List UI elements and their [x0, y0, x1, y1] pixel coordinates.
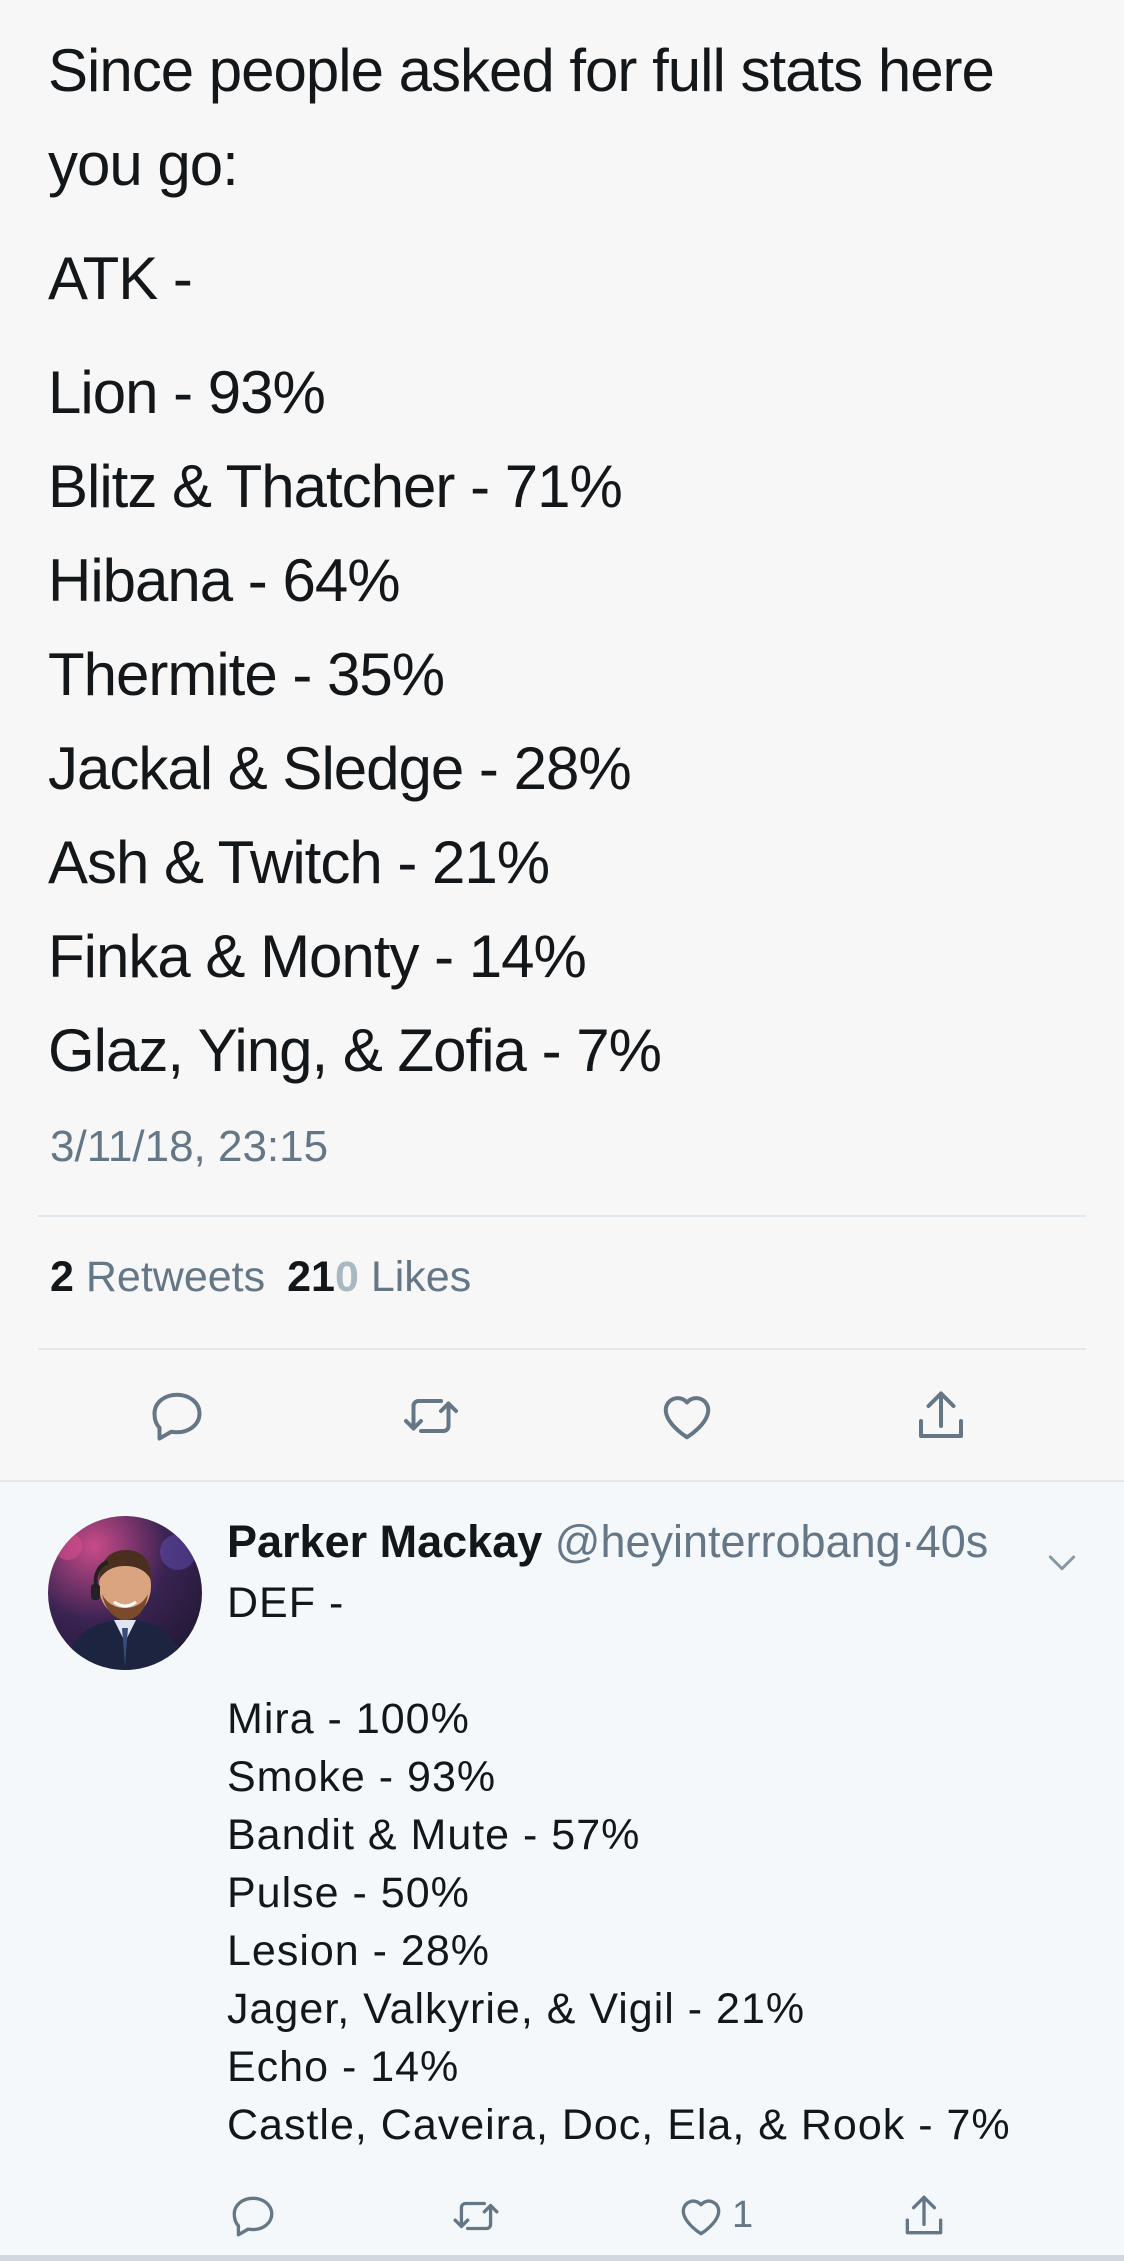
more-options-button[interactable]	[1042, 1542, 1082, 1582]
tweet-text-line: Thermite - 35%	[48, 641, 445, 708]
reply-retweet-button[interactable]	[451, 2188, 501, 2244]
reply-text-line: Castle, Caveira, Doc, Ela, & Rook - 7%	[227, 2101, 1011, 2149]
divider	[38, 1348, 1086, 1350]
reply-text-line: Pulse - 50%	[227, 1869, 470, 1917]
reply-text-line: Echo - 14%	[227, 2043, 460, 2091]
like-icon	[663, 1396, 711, 1440]
retweets-label: Retweets	[85, 1253, 266, 1301]
likes-count-animating: 0	[334, 1253, 359, 1301]
avatar-image	[54, 1532, 196, 1670]
reply-separator: ·	[900, 1516, 916, 1567]
chevron-down-icon	[1048, 1555, 1076, 1571]
share-icon	[905, 2195, 943, 2235]
tweet-text-line: you go:	[48, 131, 239, 198]
divider	[38, 1215, 1086, 1217]
tweet-text-line: Finka & Monty - 14%	[48, 923, 587, 990]
reply-tweet[interactable]: Parker Mackay @heyinterrobang·40s DEF - …	[0, 1482, 1124, 2261]
reply-text-line: Lesion - 28%	[227, 1927, 490, 1975]
reply-author-handle[interactable]: @heyinterrobang	[555, 1516, 901, 1567]
tweet-text: Since people asked for full stats here y…	[48, 24, 1088, 1098]
tweet-text-line: Jackal & Sledge - 28%	[48, 735, 632, 802]
reply-action-bar: 1	[0, 2188, 1124, 2244]
reply-like-button[interactable]: 1	[676, 2188, 753, 2244]
reply-header: Parker Mackay @heyinterrobang·40s	[227, 1516, 988, 1568]
retweet-icon	[404, 1399, 458, 1433]
tweet-text-line: Lion - 93%	[48, 359, 326, 426]
tweet-text-line: Ash & Twitch - 21%	[48, 829, 550, 896]
avatar[interactable]	[48, 1516, 202, 1670]
retweets-count: 2	[50, 1253, 74, 1301]
likes-label: Likes	[370, 1253, 472, 1301]
reply-share-button[interactable]	[899, 2188, 949, 2244]
reply-text-line: DEF -	[227, 1579, 345, 1627]
tweet-text-line: Glaz, Ying, & Zofia - 7%	[48, 1017, 662, 1084]
tweet-text-line: Since people asked for full stats here	[48, 37, 995, 104]
retweets-stat[interactable]: 2 Retweets	[50, 1253, 265, 1301]
tweet-text-line: Blitz & Thatcher - 71%	[48, 453, 623, 520]
reply-like-count: 1	[732, 2194, 754, 2236]
reply-text-line: Smoke - 93%	[227, 1753, 497, 1801]
tweet-text-line: ATK -	[48, 245, 193, 312]
tweet-stats: 2 Retweets 210 Likes	[50, 1253, 471, 1302]
reply-author-name[interactable]: Parker Mackay	[227, 1516, 542, 1567]
likes-count: 21	[287, 1253, 335, 1301]
share-icon	[919, 1391, 963, 1438]
tweet-timestamp: 3/11/18, 23:15	[50, 1122, 329, 1171]
tweet-action-bar	[0, 1380, 1124, 1452]
reply-text-line: Bandit & Mute - 57%	[227, 1811, 641, 1859]
likes-stat[interactable]: 210 Likes	[287, 1253, 471, 1301]
reply-text: DEF - Mira - 100% Smoke - 93% Bandit & M…	[227, 1574, 1011, 2154]
retweet-icon	[453, 2201, 499, 2231]
reply-text-line: Mira - 100%	[227, 1695, 470, 1743]
main-tweet: Since people asked for full stats here y…	[0, 0, 1124, 1482]
share-button[interactable]	[905, 1380, 977, 1452]
reply-button[interactable]	[141, 1380, 213, 1452]
bottom-edge	[0, 2255, 1124, 2261]
like-button[interactable]	[651, 1380, 723, 1452]
reply-reply-button[interactable]	[228, 2188, 278, 2244]
reply-time: 40s	[915, 1516, 989, 1567]
like-icon	[681, 2199, 721, 2236]
retweet-button[interactable]	[395, 1380, 467, 1452]
tweet-text-line: Hibana - 64%	[48, 547, 401, 614]
reply-icon	[232, 2196, 274, 2237]
reply-icon	[152, 1392, 202, 1441]
reply-text-line: Jager, Valkyrie, & Vigil - 21%	[227, 1985, 806, 2033]
reply-text-blank	[227, 1632, 1011, 1690]
